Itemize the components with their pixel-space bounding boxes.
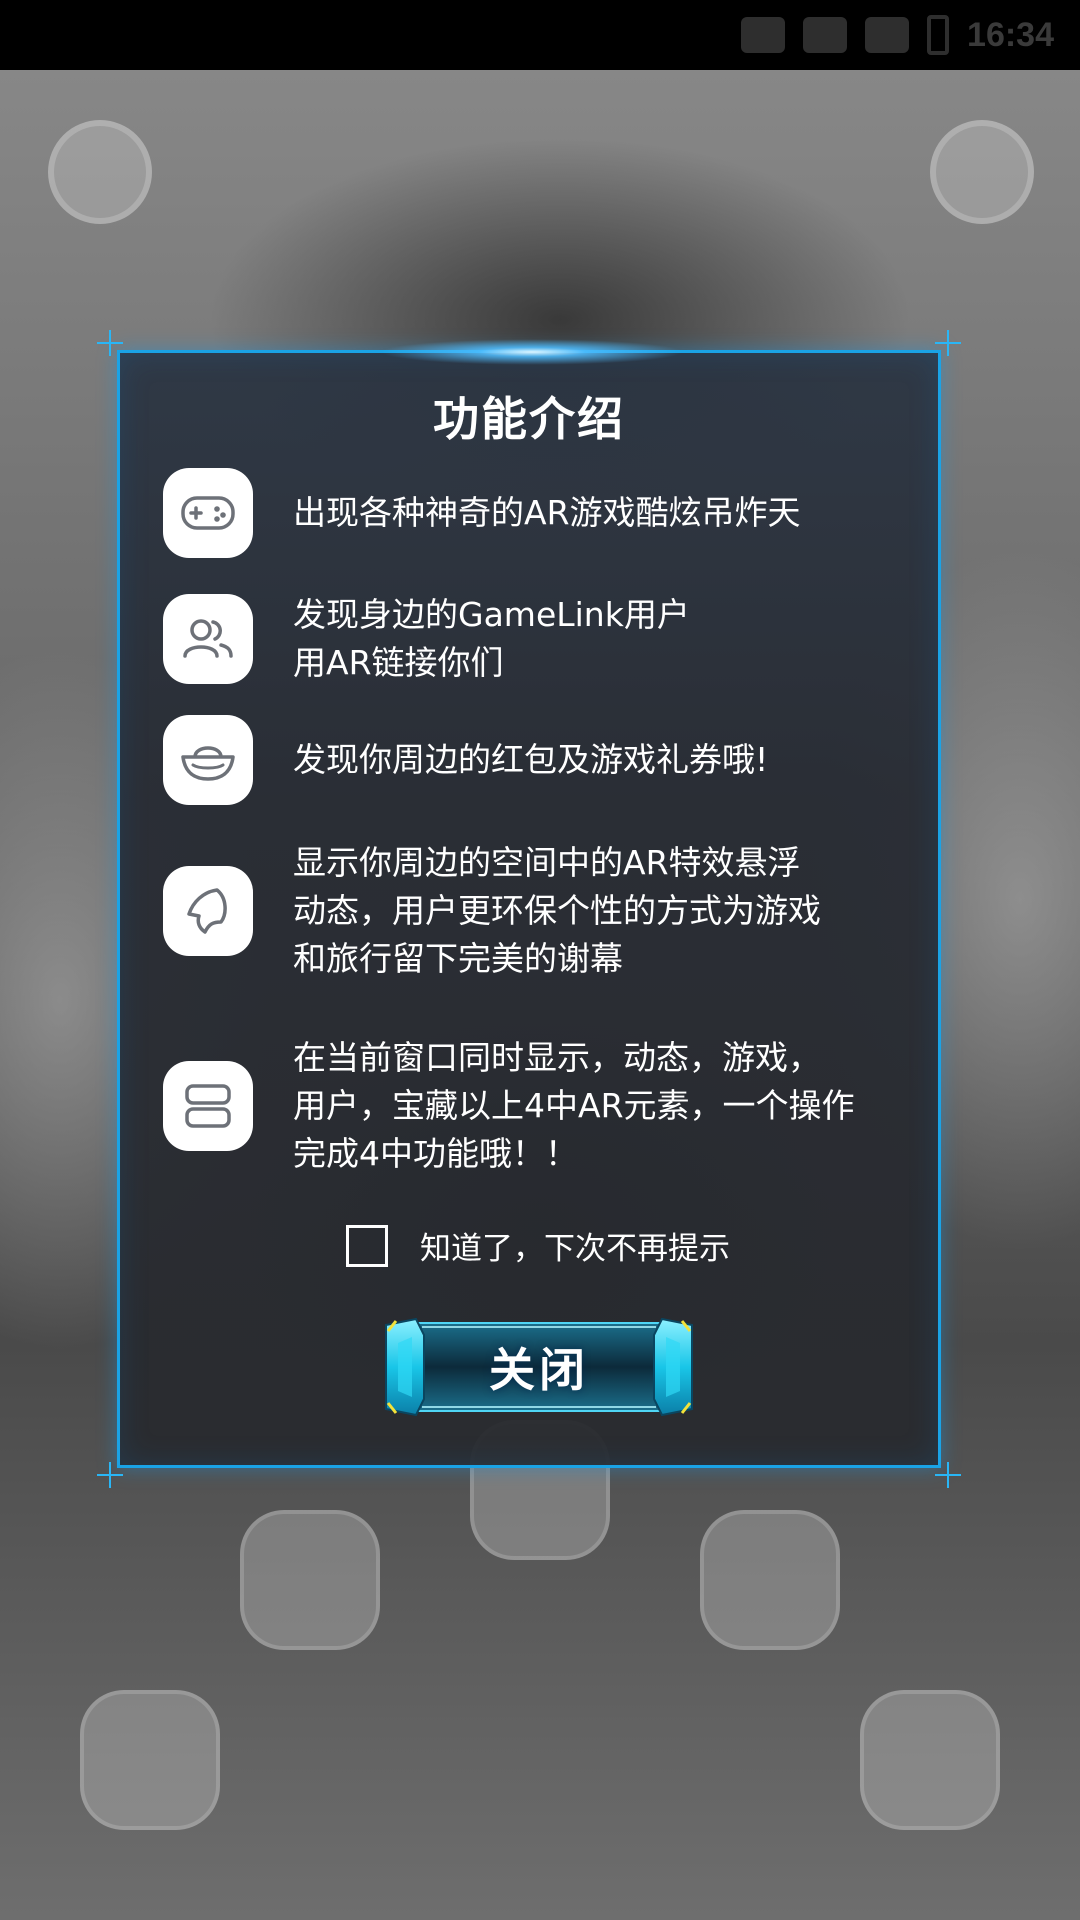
bg-blur-tile [80, 1690, 220, 1830]
feature-line: 动态，用户更环保个性的方式为游戏 [293, 891, 821, 930]
stack-icon [163, 1061, 253, 1151]
feature-line: 完成4中功能哦！！ [293, 1134, 578, 1173]
users-icon [163, 594, 253, 684]
feature-intro-dialog: 功能介绍 出现各种神奇的AR游戏酷炫吊炸天 发现身边的GameLink用户 用A… [97, 330, 961, 1488]
feature-text: 出现各种神奇的AR游戏酷炫吊炸天 [293, 489, 801, 537]
feature-line: 出现各种神奇的AR游戏酷炫吊炸天 [293, 493, 801, 532]
feature-line: 用户，宝藏以上4中AR元素，一个操作 [293, 1086, 855, 1125]
feature-line: 显示你周边的空间中的AR特效悬浮 [293, 843, 801, 882]
corner-crosshair-decoration [935, 1462, 961, 1488]
feature-item-ar-effects: 显示你周边的空间中的AR特效悬浮 动态，用户更环保个性的方式为游戏 和旅行留下完… [163, 839, 903, 983]
bg-blur-circle [930, 120, 1034, 224]
feature-item-combined-view: 在当前窗口同时显示，动态，游戏， 用户，宝藏以上4中AR元素，一个操作 完成4中… [163, 1034, 903, 1178]
top-glow-decoration [380, 339, 684, 365]
feature-text: 显示你周边的空间中的AR特效悬浮 动态，用户更环保个性的方式为游戏 和旅行留下完… [293, 839, 821, 983]
dialog-title: 功能介绍 [433, 392, 625, 446]
feature-line: 用AR链接你们 [293, 643, 504, 682]
feature-text: 发现身边的GameLink用户 用AR链接你们 [293, 591, 690, 687]
bg-blur-circle [48, 120, 152, 224]
feature-line: 和旅行留下完美的谢幕 [293, 939, 623, 978]
corner-crosshair-decoration [97, 1462, 123, 1488]
bg-blur-tile [860, 1690, 1000, 1830]
ghost-icon [163, 866, 253, 956]
feature-item-red-packets: 发现你周边的红包及游戏礼券哦! [163, 715, 903, 805]
shield-status-icon [741, 17, 786, 53]
dont-show-again-checkbox[interactable] [346, 1224, 388, 1267]
corner-crosshair-decoration [97, 330, 123, 356]
dont-show-again-row[interactable]: 知道了，下次不再提示 [346, 1223, 730, 1268]
gold-ingot-icon [163, 715, 253, 805]
feature-item-ar-games: 出现各种神奇的AR游戏酷炫吊炸天 [163, 468, 903, 558]
feature-line: 发现你周边的红包及游戏礼券哦! [293, 740, 769, 779]
gamepad-icon [163, 468, 253, 558]
corner-crosshair-decoration [935, 330, 961, 356]
signal-icon [865, 17, 910, 53]
close-button-label[interactable]: 关闭 [382, 1315, 696, 1419]
battery-icon [927, 15, 950, 55]
wifi-icon [803, 17, 848, 53]
feature-line: 发现身边的GameLink用户 [293, 595, 690, 634]
status-time: 16:34 [967, 15, 1054, 54]
bg-blur-tile [700, 1510, 840, 1650]
feature-line: 在当前窗口同时显示，动态，游戏， [293, 1038, 821, 1077]
feature-item-gamelink-users: 发现身边的GameLink用户 用AR链接你们 [163, 591, 903, 687]
bg-blur-tile [240, 1510, 380, 1650]
feature-text: 发现你周边的红包及游戏礼券哦! [293, 736, 768, 784]
dont-show-again-label[interactable]: 知道了，下次不再提示 [420, 1223, 730, 1268]
close-button[interactable]: 关闭 [382, 1315, 696, 1419]
feature-text: 在当前窗口同时显示，动态，游戏， 用户，宝藏以上4中AR元素，一个操作 完成4中… [293, 1034, 855, 1178]
status-bar: 16:34 [0, 0, 1080, 70]
